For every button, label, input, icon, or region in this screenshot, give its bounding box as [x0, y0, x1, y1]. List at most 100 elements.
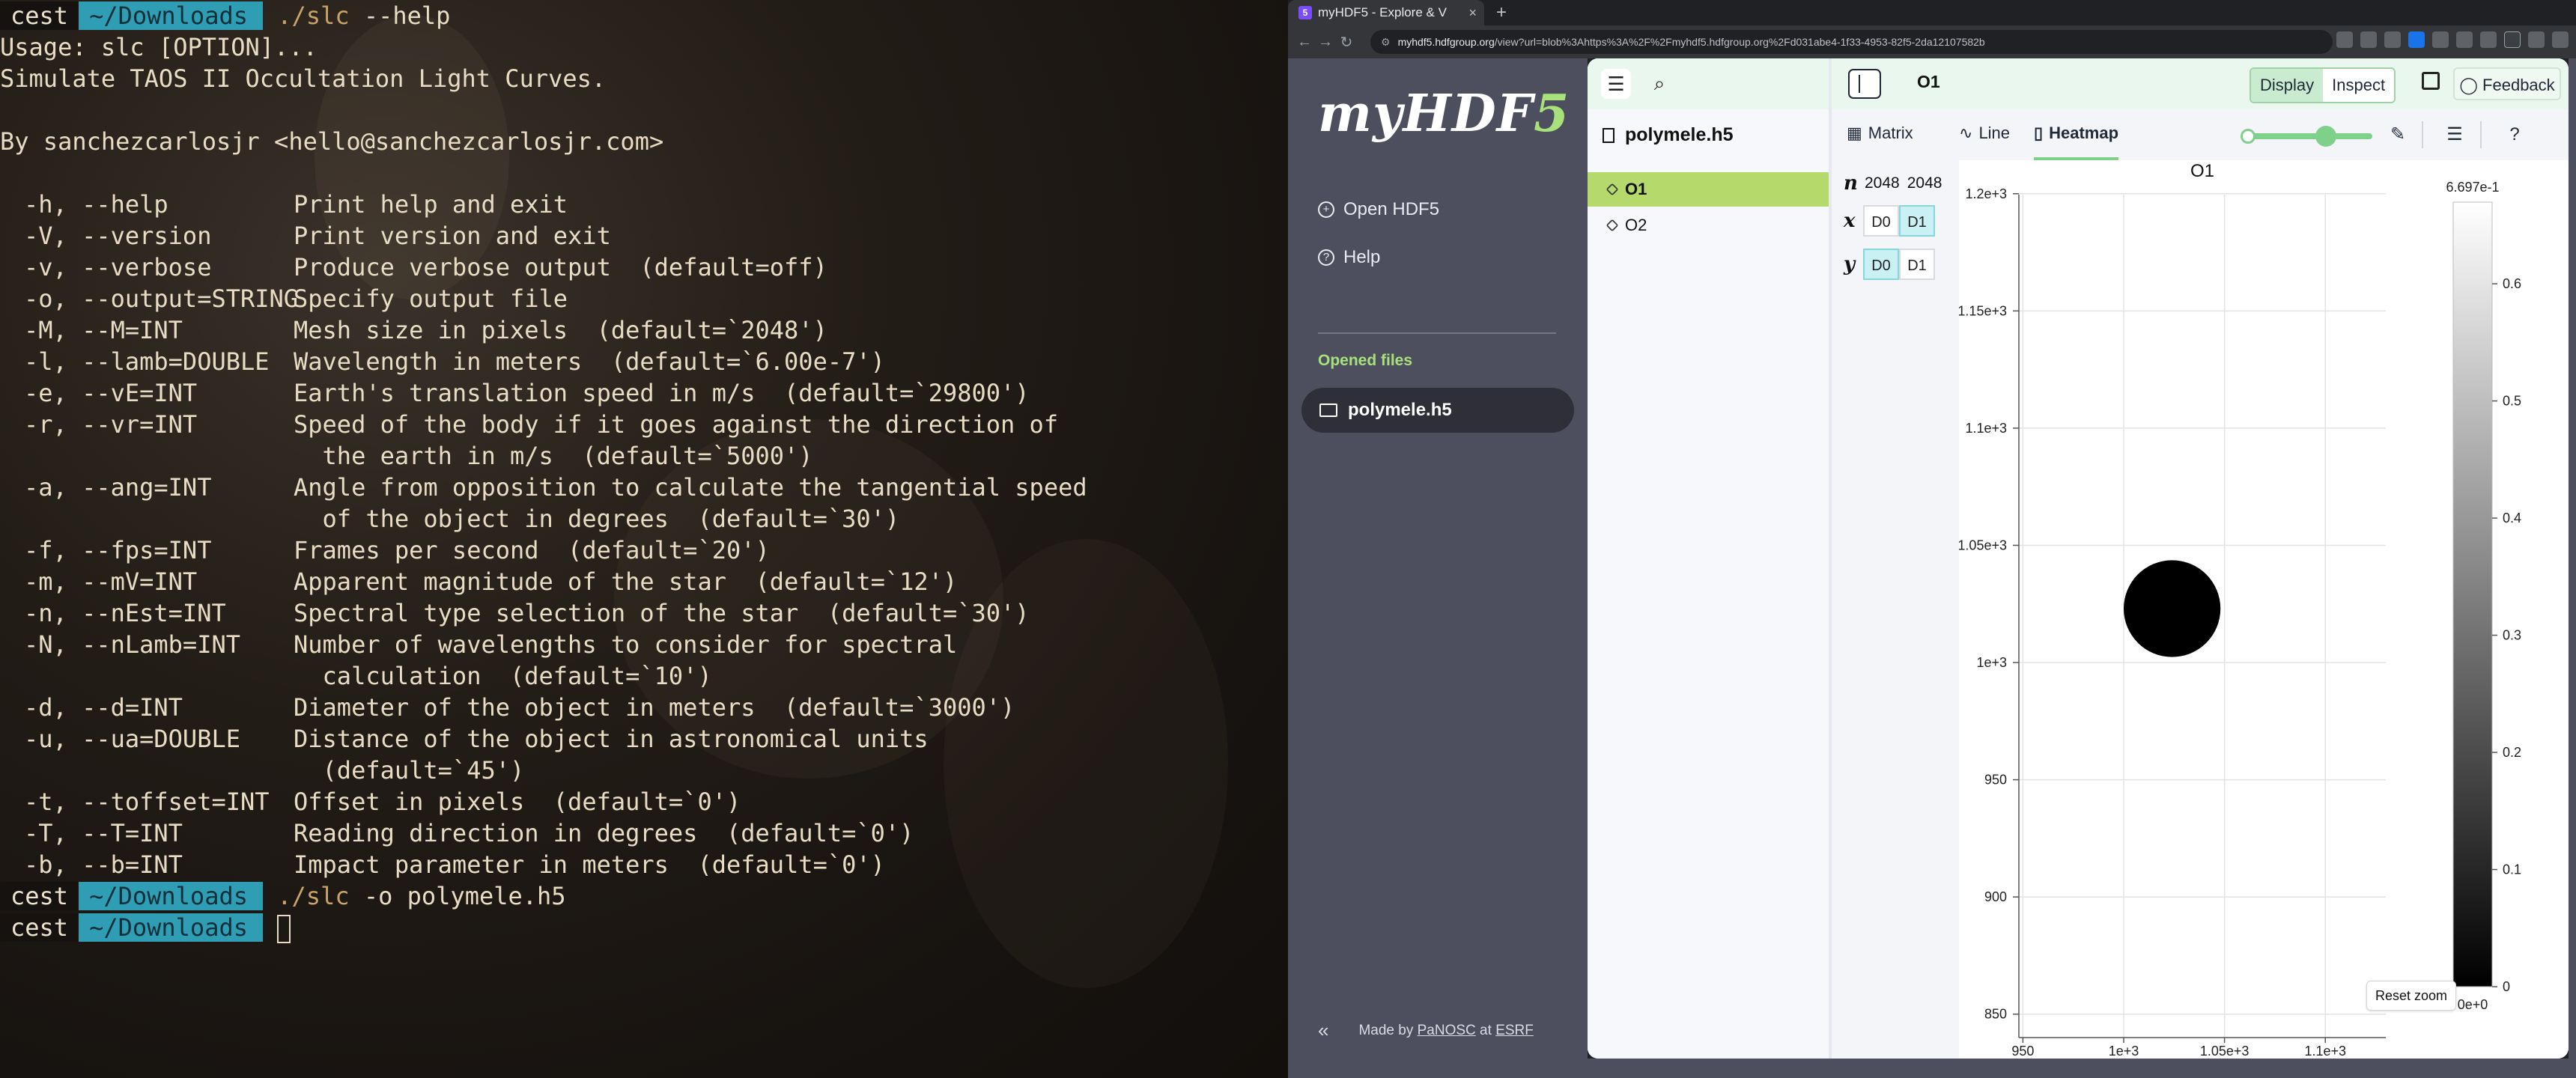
zoom-icon[interactable] [2336, 31, 2353, 48]
heatmap-svg[interactable]: O1 950 1e+3 1.05e+3 1.1e+3 850 900 950 1e+3 1.05e… [1959, 160, 2569, 1059]
explorer-item-o2[interactable]: O2 [1588, 208, 1829, 243]
option-description: Distance of the object in astronomical u… [294, 725, 929, 753]
fullscreen-icon[interactable] [2422, 72, 2440, 90]
heatmap-plot[interactable]: O1 950 1e+3 1.05e+3 1.1e+3 850 900 950 1e+3 1.05e… [1959, 160, 2569, 1059]
chat-bubble-icon: ◯ [2459, 76, 2483, 94]
menu-icon[interactable]: ☰ [2444, 124, 2465, 145]
toggle-explorer-icon[interactable] [1848, 69, 1881, 99]
option-flag: -l, --lamb=DOUBLE [24, 347, 270, 376]
browser-tab-active[interactable]: 5 myHDF5 - Explore & V × [1288, 0, 1484, 25]
domain-slider-max-handle[interactable] [2315, 126, 2336, 147]
breadcrumb: O1 [1917, 72, 1940, 91]
colorbar-min-label: 0e+0 [2458, 997, 2488, 1012]
browser-menu-icon[interactable] [2552, 31, 2569, 48]
reload-icon[interactable]: ↻ [1336, 33, 1357, 52]
terminal-cursor[interactable] [277, 915, 291, 943]
domain-slider-min-handle[interactable] [2241, 129, 2255, 144]
search-icon[interactable]: ⌕ [1644, 69, 1674, 99]
option-flag: -M, --M=INT [24, 316, 183, 344]
y-tick-label: 900 [1984, 889, 2007, 904]
opened-file-name: polymele.h5 [1348, 400, 1452, 420]
dims-size-row: n 2048 2048 [1844, 172, 1942, 195]
tab-matrix[interactable]: ▦ Matrix [1847, 109, 1913, 157]
open-hdf5-link[interactable]: + Open HDF5 [1318, 195, 1439, 225]
esrf-link[interactable]: ESRF [1495, 1023, 1534, 1039]
colorbar-tick-label: 0.1 [2503, 862, 2521, 877]
myhdf5-logo[interactable]: myHDF5 [1318, 84, 1570, 144]
help-label: Help [1343, 247, 1381, 267]
display-button[interactable]: Display [2251, 69, 2324, 102]
option-description: of the object in degrees (default=`30') [294, 505, 900, 533]
bookmark-star-icon[interactable] [2384, 31, 2401, 48]
heatmap-disk [2124, 560, 2221, 657]
colorbar-tick-label: 0.4 [2503, 511, 2521, 526]
x-axis-d1-button[interactable]: D1 [1899, 205, 1935, 237]
y-tick-label: 1.15e+3 [1959, 303, 2007, 318]
feedback-button[interactable]: ◯ Feedback [2453, 67, 2561, 100]
tab-heatmap[interactable]: ▯ Heatmap [2034, 109, 2119, 161]
colorbar-tick-label: 0.2 [2503, 745, 2521, 760]
output-line: Usage: slc [OPTION]... [0, 33, 318, 61]
panosc-link[interactable]: PaNOSC [1418, 1023, 1476, 1039]
reset-zoom-button[interactable]: Reset zoom [2366, 981, 2456, 1011]
output-line: By sanchezcarlosjr <hello@sanchezcarlosj… [0, 127, 664, 156]
option-flag: -a, --ang=INT [24, 473, 212, 502]
heatmap-title: O1 [2190, 161, 2214, 181]
profile-avatar-icon[interactable] [2528, 31, 2545, 48]
help-icon[interactable]: ? [2504, 124, 2525, 145]
forward-icon[interactable]: → [1315, 34, 1336, 51]
x-tick-label: 1.1e+3 [2304, 1044, 2346, 1059]
viewer-header: O1 Display Inspect ◯ Feedback [1832, 58, 2569, 109]
dim-size: 2048 [1907, 174, 1942, 192]
close-tab-icon[interactable]: × [1468, 5, 1477, 21]
edit-pencil-icon[interactable]: ✎ [2387, 124, 2408, 145]
option-flag: -f, --fps=INT [24, 536, 212, 564]
explorer-tree-icon[interactable]: ☰ [1601, 69, 1631, 99]
colorbar-tick-label: 0 [2503, 979, 2510, 994]
domain-slider[interactable] [2241, 126, 2372, 147]
option-flag: -u, --ua=DOUBLE [24, 725, 240, 753]
colorbar-tick-label: 0.3 [2503, 628, 2521, 643]
option-flag: -h, --help [24, 190, 168, 219]
command-executable: ./slc [277, 882, 350, 910]
option-flag: -V, --version [24, 222, 212, 250]
output-line: Simulate TAOS II Occultation Light Curve… [0, 64, 607, 93]
prompt-host: cest [0, 1, 79, 30]
url-field[interactable]: ⚙ myhdf5.hdfgroup.org /view?url=blob%3Ah… [1370, 30, 2333, 54]
share-icon[interactable] [2360, 31, 2377, 48]
explorer-root-file[interactable]: polymele.h5 [1603, 124, 1734, 146]
option-flag: -o, --output=STRING [24, 284, 299, 313]
y-tick-label: 1e+3 [1976, 655, 2007, 670]
help-link[interactable]: ? Help [1318, 243, 1380, 272]
sidepanel-icon[interactable] [2504, 31, 2521, 48]
x-axis-d0-button[interactable]: D0 [1863, 205, 1899, 237]
tab-line[interactable]: ∿ Line [1959, 109, 2010, 157]
browser-window[interactable]: 5 myHDF5 - Explore & V × + ← → ↻ ⚙ myhdf… [1288, 0, 2576, 1078]
command-args: -o polymele.h5 [349, 882, 566, 910]
extension-icon[interactable] [2408, 31, 2425, 48]
opened-file-item[interactable]: polymele.h5 [1301, 388, 1574, 433]
option-flag: -N, --nLamb=INT [24, 630, 240, 659]
option-flag: -v, --verbose [24, 253, 212, 281]
dim-size: 2048 [1865, 174, 1900, 192]
new-tab-button[interactable]: + [1489, 0, 1514, 25]
tab-heatmap-label: Heatmap [2049, 124, 2119, 142]
extension-icon[interactable] [2456, 31, 2473, 48]
back-icon[interactable]: ← [1294, 34, 1315, 51]
myhdf5-favicon-icon: 5 [1298, 6, 1312, 19]
explorer-item-o1[interactable]: O1 [1588, 172, 1829, 207]
dataset-icon [1606, 219, 1619, 232]
site-info-icon[interactable]: ⚙ [1381, 36, 1391, 49]
map-icon: ▯ [2034, 124, 2044, 142]
terminal-window[interactable]: cest ~/Downloads ./slc --help Usage: slc [… [0, 0, 1288, 1078]
extension-icon[interactable] [2432, 31, 2449, 48]
option-description: Speed of the body if it goes against the… [294, 410, 1059, 439]
extensions-puzzle-icon[interactable] [2480, 31, 2497, 48]
dims-x-row: x D0 D1 [1844, 205, 1935, 237]
y-axis-d0-button[interactable]: D0 [1863, 249, 1899, 280]
collapse-sidebar-icon[interactable]: « [1318, 1019, 1328, 1042]
y-axis-d1-button[interactable]: D1 [1899, 249, 1935, 280]
x-tick-label: 950 [2011, 1044, 2034, 1059]
y-tick-label: 1.05e+3 [1959, 538, 2007, 552]
inspect-button[interactable]: Inspect [2323, 69, 2395, 102]
